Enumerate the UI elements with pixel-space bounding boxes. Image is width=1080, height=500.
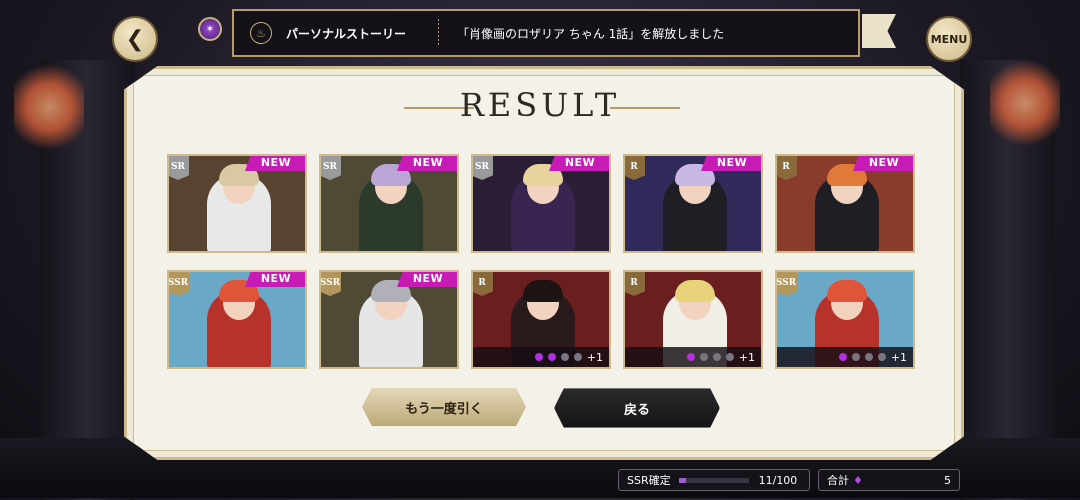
draw-again-label: もう一度引く (405, 401, 483, 417)
rarity-badge: SSR (321, 272, 341, 296)
result-card[interactable]: R NEW (623, 154, 763, 253)
duplicate-dot (560, 353, 569, 361)
rarity-badge: SR (321, 156, 341, 180)
result-panel (124, 66, 964, 460)
duplicate-progress: +1 (625, 347, 761, 367)
duplicate-progress: +1 (777, 347, 913, 367)
rarity-badge: SR (169, 156, 189, 180)
duplicate-dot (725, 353, 734, 361)
star-gem-icon: ✶ (198, 17, 222, 41)
new-badge: NEW (701, 156, 761, 171)
character-hair (523, 280, 563, 302)
result-card[interactable]: R NEW (775, 154, 915, 253)
duplicate-extra: +1 (738, 350, 755, 364)
rarity-badge: R (777, 156, 797, 180)
duplicate-dot (573, 353, 582, 361)
rarity-badge: SR (473, 156, 493, 180)
rarity-badge: R (625, 156, 645, 180)
notification-banner[interactable]: ♨ パーソナルストーリー 「肖像画のロザリア ちゃん 1話」を解放しました (232, 9, 860, 57)
duplicate-dot (838, 353, 847, 361)
duplicate-dot (699, 353, 708, 361)
banner-ribbon (862, 14, 896, 48)
result-card[interactable]: SR NEW (167, 154, 307, 253)
result-title: RESULT (459, 86, 621, 124)
result-card[interactable]: SSR NEW (319, 270, 459, 369)
result-card[interactable]: R +1 (471, 270, 611, 369)
ssr-count: 11/100 (758, 473, 798, 487)
gem-icon: ♦ (853, 474, 863, 487)
notice-title: パーソナルストーリー (286, 26, 407, 41)
bell-icon: ♨ (250, 22, 272, 44)
ssr-progress-bar (678, 477, 749, 483)
total-value: 5 (944, 473, 951, 487)
duplicate-dot (877, 353, 886, 361)
duplicate-dot (686, 353, 695, 361)
rarity-badge: R (625, 272, 645, 296)
duplicate-dot (864, 353, 873, 361)
rarity-badge: R (473, 272, 493, 296)
return-label: 戻る (623, 402, 650, 418)
duplicate-dot (547, 353, 556, 361)
new-badge: NEW (245, 272, 305, 287)
new-badge: NEW (397, 156, 457, 171)
notice-divider (438, 19, 440, 47)
new-badge: NEW (397, 272, 457, 287)
result-card[interactable]: SSR +1 (775, 270, 915, 369)
rarity-badge: SSR (169, 272, 189, 296)
chevron-left-icon: ❮ (125, 26, 145, 52)
back-arrow-button[interactable]: ❮ (112, 16, 158, 62)
menu-button[interactable]: MENU (926, 16, 972, 62)
duplicate-extra: +1 (586, 350, 603, 364)
notice-message: 「肖像画のロザリア ちゃん 1話」を解放しました (457, 26, 725, 41)
character-hair (827, 280, 867, 302)
new-badge: NEW (245, 156, 305, 171)
result-card[interactable]: SR NEW (471, 154, 611, 253)
total-gem-counter: 合計 ♦ 5 (818, 469, 960, 491)
ssr-label: SSR確定 (627, 474, 671, 487)
rarity-badge: SSR (777, 272, 797, 296)
duplicate-dot (534, 353, 543, 361)
duplicate-dot (712, 353, 721, 361)
duplicate-dot (851, 353, 860, 361)
return-button[interactable]: 戻る (554, 388, 720, 428)
duplicate-extra: +1 (890, 350, 907, 364)
ssr-progress-fill (678, 477, 687, 483)
result-card[interactable]: SSR NEW (167, 270, 307, 369)
draw-again-button[interactable]: もう一度引く (362, 388, 526, 426)
new-badge: NEW (853, 156, 913, 171)
total-label: 合計 (827, 474, 849, 487)
character-hair (675, 280, 715, 302)
menu-label: MENU (930, 32, 968, 46)
result-card[interactable]: R +1 (623, 270, 763, 369)
duplicate-progress: +1 (473, 347, 609, 367)
ssr-guarantee-counter: SSR確定 11/100 (618, 469, 810, 491)
new-badge: NEW (549, 156, 609, 171)
result-card[interactable]: SR NEW (319, 154, 459, 253)
